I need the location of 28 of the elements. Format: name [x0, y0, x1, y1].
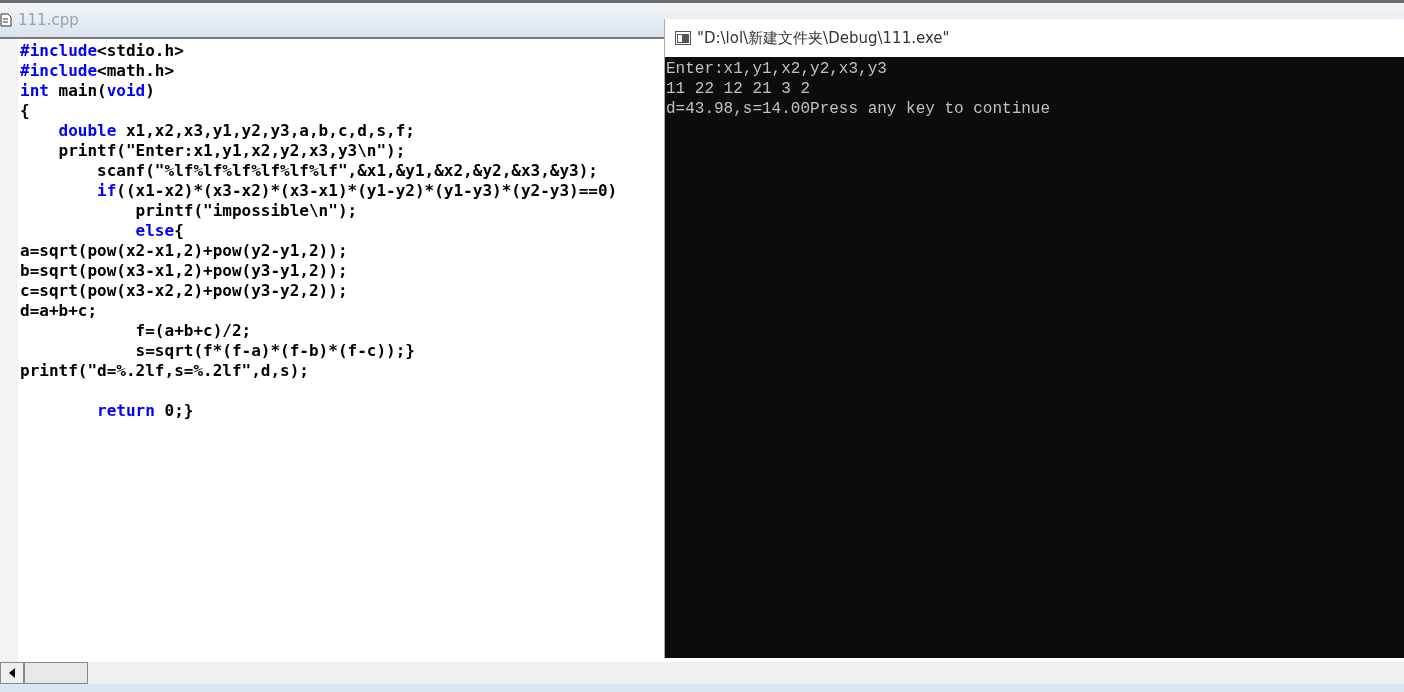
console-output-line: d=43.98,s=14.00Press any key to continue — [665, 99, 1052, 119]
console-output-line: Enter:x1,y1,x2,y2,x3,y3 — [665, 59, 888, 79]
code-line: printf("Enter:x1,y1,x2,y2,x3,y3\n"); — [57, 141, 407, 161]
scrollbar-thumb[interactable] — [24, 662, 88, 684]
code-line: { — [19, 101, 31, 121]
code-line: a=sqrt(pow(x2-x1,2)+pow(y2-y1,2)); — [19, 241, 349, 261]
code-line: printf("impossible\n"); — [134, 201, 359, 221]
code-line: return 0;} — [96, 401, 195, 421]
code-line: if((x1-x2)*(x3-x2)*(x3-x1)*(y1-y2)*(y1-y3)*(y2-y3)==0) — [96, 181, 618, 201]
code-line: s=sqrt(f*(f-a)*(f-b)*(f-c));} — [134, 341, 416, 361]
code-line: b=sqrt(pow(x3-x1,2)+pow(y3-y1,2)); — [19, 261, 349, 281]
code-line: scanf("%lf%lf%lf%lf%lf%lf",&x1,&y1,&x2,&y2,&x3,&y3); — [96, 161, 599, 181]
console-title: "D:\lol\新建文件夹\Debug\111.exe" — [697, 28, 950, 48]
code-line: int main(void) — [19, 81, 156, 101]
document-icon — [0, 13, 12, 27]
code-line: c=sqrt(pow(x3-x2,2)+pow(y3-y2,2)); — [19, 281, 349, 301]
console-output-line: 11 22 12 21 3 2 — [665, 79, 812, 99]
console-window-icon — [675, 31, 691, 45]
code-line: f=(a+b+c)/2; — [134, 321, 253, 341]
left-triangle-icon — [9, 668, 15, 678]
scroll-left-button[interactable] — [0, 662, 24, 684]
code-line: else{ — [134, 221, 185, 241]
code-line: #include<math.h> — [19, 61, 176, 81]
code-line: printf("d=%.2lf,s=%.2lf",d,s); — [19, 361, 310, 381]
code-line: d=a+b+c; — [19, 301, 99, 321]
code-line: #include<stdio.h> — [19, 41, 185, 61]
file-name: 111.cpp — [18, 11, 79, 29]
code-line: double x1,x2,x3,y1,y2,y3,a,b,c,d,s,f; — [57, 121, 416, 141]
